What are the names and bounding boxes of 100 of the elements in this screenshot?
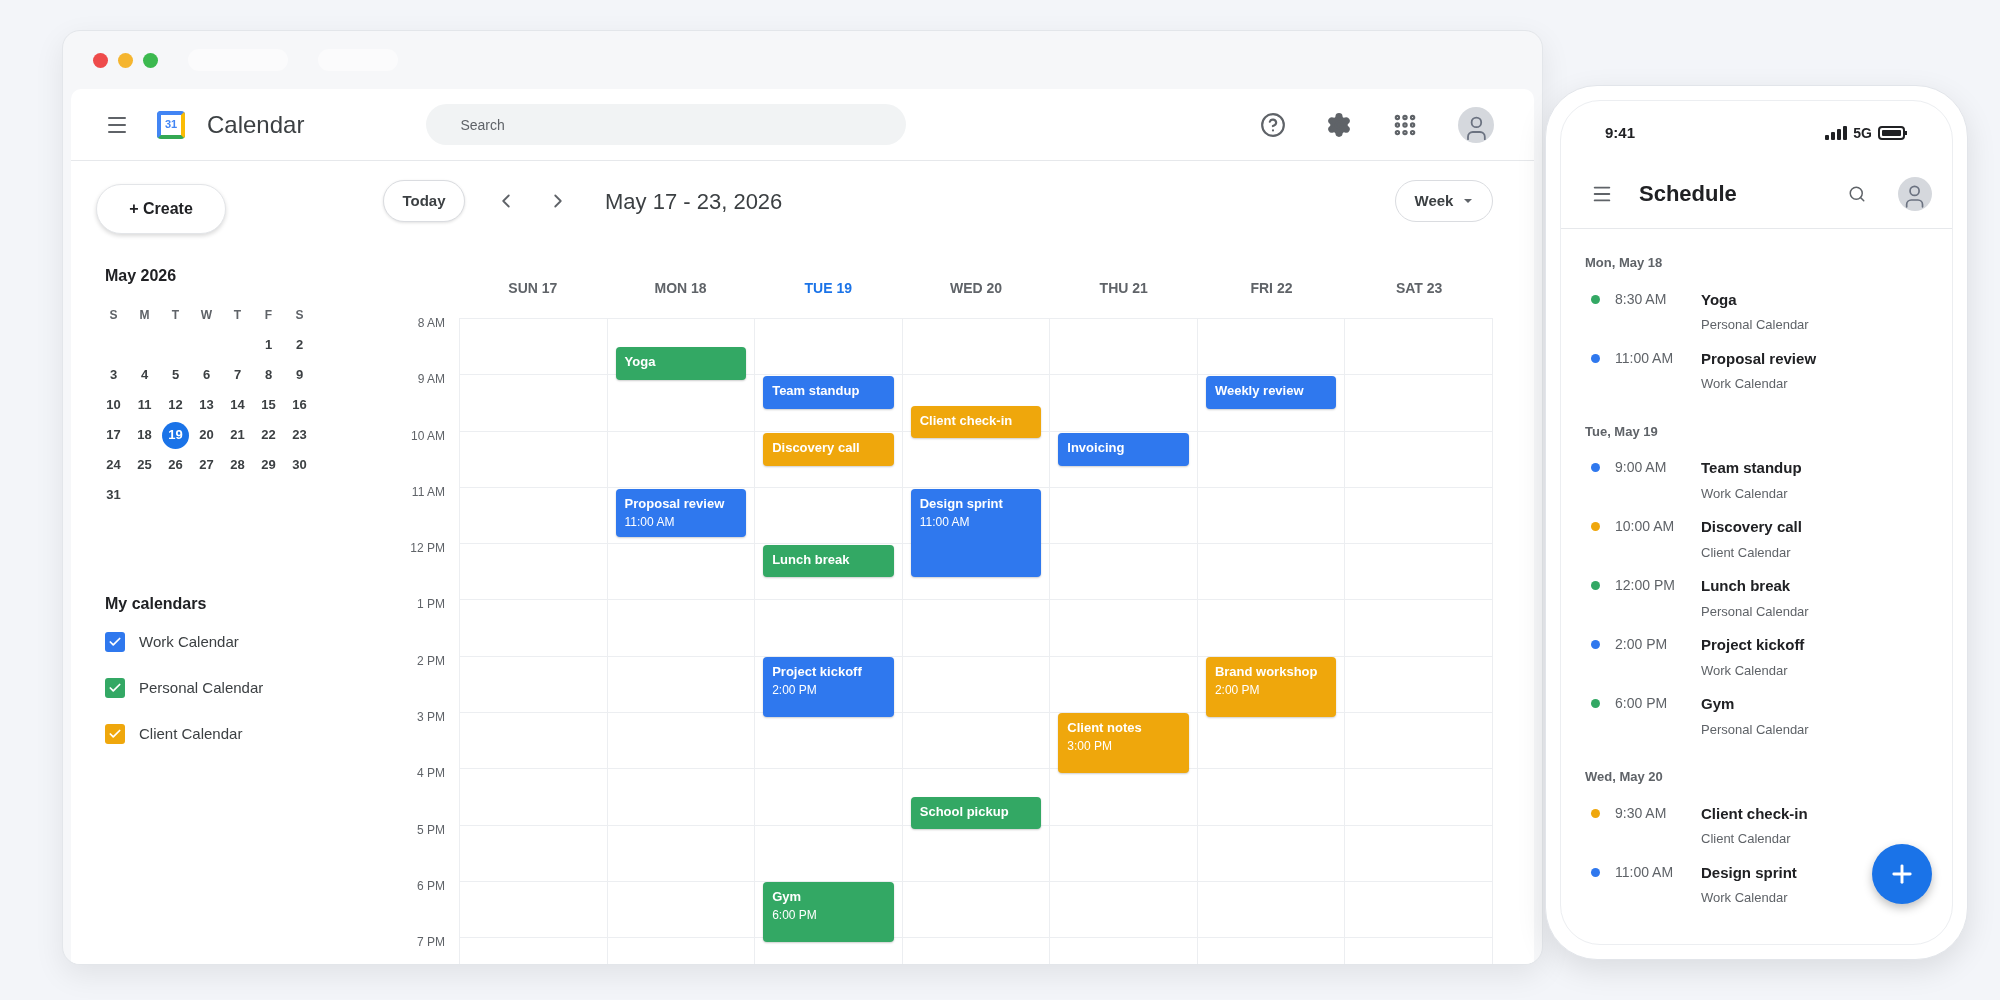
- day-header[interactable]: WED 20: [949, 280, 1003, 296]
- search-field[interactable]: Search: [426, 104, 907, 145]
- agenda-event-title[interactable]: Discovery call: [1701, 516, 1802, 539]
- mini-calendar-day[interactable]: 1: [255, 331, 282, 359]
- event-chip[interactable]: Team standup: [763, 376, 894, 409]
- status-clock: 9:41: [1605, 122, 1636, 143]
- event-time: 11:00 AM: [919, 515, 971, 529]
- mini-calendar-day[interactable]: 5: [162, 361, 189, 389]
- calendar-checkbox[interactable]: [105, 632, 125, 652]
- event-chip[interactable]: Invoicing: [1058, 433, 1189, 466]
- screen-title: Schedule: [1639, 180, 1737, 208]
- today-button[interactable]: Today: [383, 180, 465, 222]
- weekday-label: T: [232, 307, 243, 324]
- event-chip[interactable]: Project kickoff 2:00 PM: [763, 657, 894, 717]
- event-title: Weekly review: [1214, 383, 1305, 399]
- hour-label: 7 PM: [417, 935, 445, 950]
- mini-calendar-day[interactable]: 26: [162, 451, 189, 479]
- mini-calendar-day[interactable]: 12: [162, 391, 189, 419]
- agenda-event-title[interactable]: Yoga: [1701, 288, 1809, 311]
- day-header[interactable]: TUE 19: [804, 280, 853, 296]
- mini-calendar-day[interactable]: 18: [131, 421, 158, 449]
- event-time: 2:00 PM: [1214, 683, 1261, 697]
- event-title: Gym: [772, 889, 803, 905]
- avatar[interactable]: [1898, 176, 1932, 211]
- mini-calendar-day[interactable]: 19: [162, 421, 189, 449]
- mini-calendar-day[interactable]: 27: [193, 451, 220, 479]
- agenda-event-title[interactable]: Project kickoff: [1701, 634, 1805, 657]
- agenda-calendar-name: Personal Calendar: [1701, 316, 1809, 334]
- mini-calendar-day[interactable]: 25: [131, 451, 158, 479]
- settings-icon[interactable]: [1326, 111, 1352, 138]
- mini-calendar-day[interactable]: 28: [224, 451, 251, 479]
- day-header[interactable]: THU 21: [1099, 280, 1148, 296]
- mini-calendar-day[interactable]: 11: [131, 391, 158, 419]
- agenda-calendar-name: Personal Calendar: [1701, 720, 1809, 739]
- view-dropdown[interactable]: Week: [1395, 180, 1493, 222]
- add-event-button[interactable]: [1872, 844, 1932, 904]
- mini-calendar-day[interactable]: 21: [224, 421, 251, 449]
- search-icon[interactable]: [1848, 184, 1866, 203]
- mini-calendar-day[interactable]: 10: [100, 391, 127, 419]
- agenda-event-title[interactable]: Team standup: [1701, 457, 1802, 480]
- event-chip[interactable]: Proposal review 11:00 AM: [615, 489, 747, 537]
- mini-calendar-day[interactable]: 6: [193, 361, 220, 389]
- agenda-date: Mon, May 18: [1585, 254, 1664, 272]
- avatar[interactable]: [1458, 106, 1494, 143]
- caret-icon: [1463, 198, 1474, 204]
- event-title: Discovery call: [772, 440, 861, 456]
- agenda-time: 8:30 AM: [1615, 289, 1668, 309]
- mini-calendar-day[interactable]: 30: [286, 451, 313, 479]
- mini-calendar-day[interactable]: 4: [131, 361, 158, 389]
- calendar-label: Work Calendar: [139, 631, 239, 652]
- mini-calendar-day[interactable]: 13: [193, 391, 220, 419]
- battery-icon: [1878, 126, 1908, 140]
- mini-calendar-day[interactable]: 29: [255, 451, 282, 479]
- agenda-event-title[interactable]: Proposal review: [1701, 347, 1817, 370]
- mini-calendar-day[interactable]: 3: [100, 361, 127, 389]
- hour-label: 1 PM: [417, 597, 445, 612]
- mini-calendar-day[interactable]: 2: [286, 331, 313, 359]
- hour-label: 11 AM: [411, 484, 445, 499]
- agenda-time: 11:00 AM: [1615, 862, 1675, 882]
- event-title: Brand workshop: [1214, 664, 1319, 680]
- calendar-checkbox[interactable]: [105, 678, 125, 698]
- mini-calendar-day[interactable]: 8: [255, 361, 282, 389]
- weekday-label: S: [108, 307, 119, 324]
- mini-calendar-day[interactable]: 14: [224, 391, 251, 419]
- agenda-calendar-name: Client Calendar: [1701, 543, 1792, 562]
- agenda-event-title[interactable]: Lunch break: [1701, 575, 1809, 598]
- mini-calendar-day[interactable]: 7: [224, 361, 251, 389]
- app-title: Calendar: [207, 109, 305, 140]
- mini-calendar-day[interactable]: 22: [255, 421, 282, 449]
- help-icon[interactable]: [1260, 111, 1286, 138]
- hour-label: 9 AM: [417, 372, 445, 387]
- agenda-calendar-name: Client Calendar: [1701, 830, 1792, 848]
- event-time: 2:00 PM: [772, 683, 818, 697]
- agenda-time: 11:00 AM: [1615, 348, 1675, 368]
- agenda-event-title[interactable]: Client check-in: [1701, 802, 1808, 825]
- check-icon: [108, 635, 122, 649]
- mini-calendar-day[interactable]: 15: [255, 391, 282, 419]
- day-header[interactable]: SAT 23: [1395, 280, 1443, 296]
- mini-calendar-day[interactable]: 20: [193, 421, 220, 449]
- mini-calendar-day[interactable]: 9: [286, 361, 313, 389]
- mini-calendar-day[interactable]: 31: [100, 481, 127, 509]
- mini-calendar-day[interactable]: 23: [286, 421, 313, 449]
- event-title: Team standup: [772, 383, 861, 399]
- event-chip[interactable]: Weekly review: [1205, 376, 1337, 409]
- agenda-event-title[interactable]: Design sprint: [1701, 861, 1797, 884]
- day-header[interactable]: SUN 17: [508, 280, 558, 296]
- event-title: Lunch break: [772, 552, 851, 568]
- mini-calendar-title: May 2026: [105, 266, 178, 286]
- agenda-event-title[interactable]: Gym: [1701, 693, 1809, 716]
- event-chip[interactable]: Design sprint 11:00 AM: [910, 489, 1042, 577]
- my-calendars-heading: My calendars: [105, 594, 208, 614]
- mini-calendar-day[interactable]: 16: [286, 391, 313, 419]
- event-title: Client notes: [1067, 720, 1143, 736]
- agenda-time: 6:00 PM: [1615, 694, 1669, 713]
- mini-calendar-day[interactable]: 24: [100, 451, 127, 479]
- calendar-checkbox[interactable]: [105, 724, 125, 744]
- day-header[interactable]: FRI 22: [1250, 280, 1293, 296]
- mini-calendar-day[interactable]: 17: [100, 421, 127, 449]
- day-header[interactable]: MON 18: [654, 280, 707, 296]
- create-button[interactable]: + Create: [96, 184, 226, 234]
